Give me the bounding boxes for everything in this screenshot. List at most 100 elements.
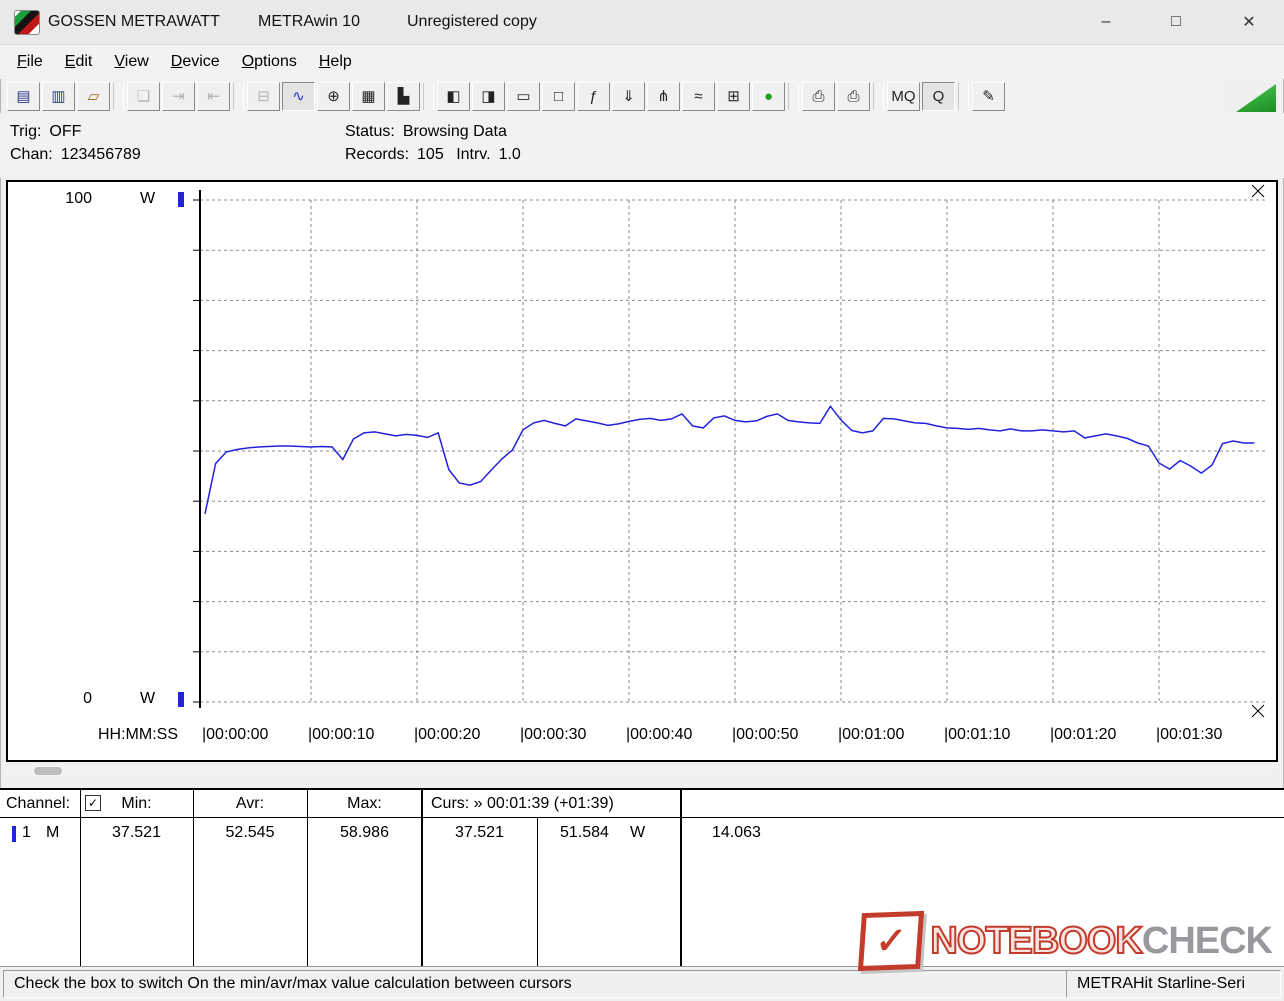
save-button[interactable]: ▥ [42, 82, 75, 111]
close-icon: ✕ [1242, 14, 1256, 31]
cursor-unit: W [630, 824, 646, 841]
x-tick-label: |00:01:00 [838, 726, 905, 743]
license-status: Unregistered copy [407, 13, 537, 30]
zoom-in-button[interactable]: Q [922, 82, 955, 111]
trigger-status: Trig: OFF [10, 123, 82, 140]
device-receive-button[interactable]: ◨ [472, 82, 505, 111]
toolbar-separator [233, 83, 244, 110]
channel-color-indicator [12, 826, 16, 842]
table-view-button[interactable]: ▦ [352, 82, 385, 111]
tooltip-button[interactable]: ✎ [972, 82, 1005, 111]
cursor-header: Curs: » 00:01:39 (+01:39) [431, 795, 614, 812]
device-field: METRAHit Starline-Seri [1066, 970, 1281, 998]
column-divider [307, 790, 308, 966]
menu-item-help[interactable]: Help [308, 49, 363, 75]
menu-item-file[interactable]: File [6, 49, 54, 75]
memory-download-icon: ⇓ [622, 88, 635, 105]
export-icon: ⇥ [172, 88, 185, 105]
delta-value: 14.063 [712, 824, 761, 841]
x-tick-label: |00:01:10 [944, 726, 1011, 743]
print-button[interactable]: ⎙ [837, 82, 870, 111]
table-view-icon: ▦ [361, 88, 376, 105]
avr-value: 52.545 [225, 824, 275, 841]
print-icon: ⎙ [847, 88, 860, 105]
cursor-value: 51.584 [560, 824, 609, 841]
y-axis-unit-bottom: W [140, 690, 156, 707]
menu-bar: File Edit View Device Options Help [0, 45, 1284, 79]
save-as-button[interactable]: ▤ [7, 82, 40, 111]
minimize-icon: – [1101, 13, 1111, 30]
open-icon: ▱ [87, 88, 100, 105]
device-name: METRAHit Starline-Seri [1077, 975, 1246, 992]
numeric-view-button: ⊟ [247, 82, 280, 111]
horizontal-scrollbar[interactable] [6, 766, 1274, 776]
zoom-100-button[interactable]: MQ [887, 82, 920, 111]
scrollbar-thumb[interactable] [34, 767, 62, 775]
y-axis-max-label: 100 [65, 190, 92, 207]
records-status: Records: 105 Intrv. 1.0 [345, 146, 521, 163]
title-bar: GOSSEN METRAWATT METRAwin 10 Unregistere… [0, 0, 1284, 45]
menu-item-view[interactable]: View [103, 49, 159, 75]
zoom-100-icon: MQ [891, 88, 916, 105]
sawtooth-button[interactable]: ≈ [682, 82, 715, 111]
x-axis-labels: HH:MM:SS |00:00:00 |00:00:10 |00:00:20 |00:… [8, 726, 1276, 750]
column-divider [80, 790, 81, 966]
import-button: ⇤ [197, 82, 230, 111]
device-send-icon: ◧ [446, 88, 461, 105]
menu-item-device[interactable]: Device [160, 49, 231, 75]
x-axis-caption: HH:MM:SS [98, 726, 178, 743]
record-timer-button[interactable]: ● [752, 82, 785, 111]
formula-button[interactable]: ƒ [577, 82, 610, 111]
menu-item-edit[interactable]: Edit [54, 49, 104, 75]
copy-button: ❏ [127, 82, 160, 111]
x-tick-label: |00:00:50 [732, 726, 799, 743]
y-cursor-marker-top[interactable] [178, 192, 184, 207]
device-display-icon: ▭ [516, 88, 531, 105]
column-divider [193, 790, 194, 966]
record-timer-icon: ● [763, 88, 774, 105]
print-preview-button[interactable]: ⎙ [802, 82, 835, 111]
chart-plot-area[interactable] [8, 182, 1272, 760]
memory-download-button[interactable]: ⇓ [612, 82, 645, 111]
save-as-icon: ▤ [16, 88, 31, 105]
status-bar: Check the box to switch On the min/avr/m… [0, 966, 1284, 1001]
device-display-button[interactable]: ▭ [507, 82, 540, 111]
copy-data-icon: ⊞ [727, 88, 740, 105]
import-icon: ⇤ [207, 88, 220, 105]
device-send-button[interactable]: ◧ [437, 82, 470, 111]
yt-chart-view-button[interactable]: ∿ [282, 82, 315, 111]
yt-chart-view-icon: ∿ [292, 88, 305, 105]
toolbar-separator [873, 83, 884, 110]
minimize-button[interactable]: – [1083, 0, 1129, 44]
pc-monitor-button[interactable]: □ [542, 82, 575, 111]
watermark-word1: NOTEBOOK [929, 919, 1144, 963]
channel-number: 1 [22, 824, 31, 841]
statistics-view-button[interactable]: ▙ [387, 82, 420, 111]
close-button[interactable]: ✕ [1226, 0, 1272, 44]
y-cursor-marker-bottom[interactable] [178, 692, 184, 707]
pc-monitor-icon: □ [553, 88, 564, 105]
copy-icon: ❏ [136, 88, 151, 105]
menu-item-options[interactable]: Options [231, 49, 308, 75]
column-divider [537, 818, 538, 966]
max-value: 58.986 [340, 824, 389, 841]
copy-data-button[interactable]: ⊞ [717, 82, 750, 111]
statistics-view-icon: ▙ [397, 88, 410, 105]
open-button[interactable]: ▱ [77, 82, 110, 111]
x-tick-label: |00:01:20 [1050, 726, 1117, 743]
maximize-button[interactable]: □ [1153, 0, 1199, 44]
zoom-in-icon: Q [932, 88, 945, 105]
status-message: Check the box to switch On the min/avr/m… [14, 975, 572, 992]
maximize-icon: □ [1171, 13, 1181, 30]
channel-split-button[interactable]: ⋔ [647, 82, 680, 111]
browse-status: Status: Browsing Data [345, 123, 507, 140]
watermark-word2: CHECK [1141, 919, 1273, 962]
cursor-section-divider [421, 790, 423, 966]
x-tick-label: |00:00:20 [414, 726, 481, 743]
notebookcheck-watermark: ✓ NOTEBOOK CHECK [858, 910, 1273, 972]
brand-title: GOSSEN METRAWATT [48, 13, 220, 30]
check-icon: ✓ [874, 919, 908, 962]
channel-column-header: Channel: [6, 795, 71, 812]
toolbar-separator [958, 83, 969, 110]
xy-view-button[interactable]: ⊕ [317, 82, 350, 111]
